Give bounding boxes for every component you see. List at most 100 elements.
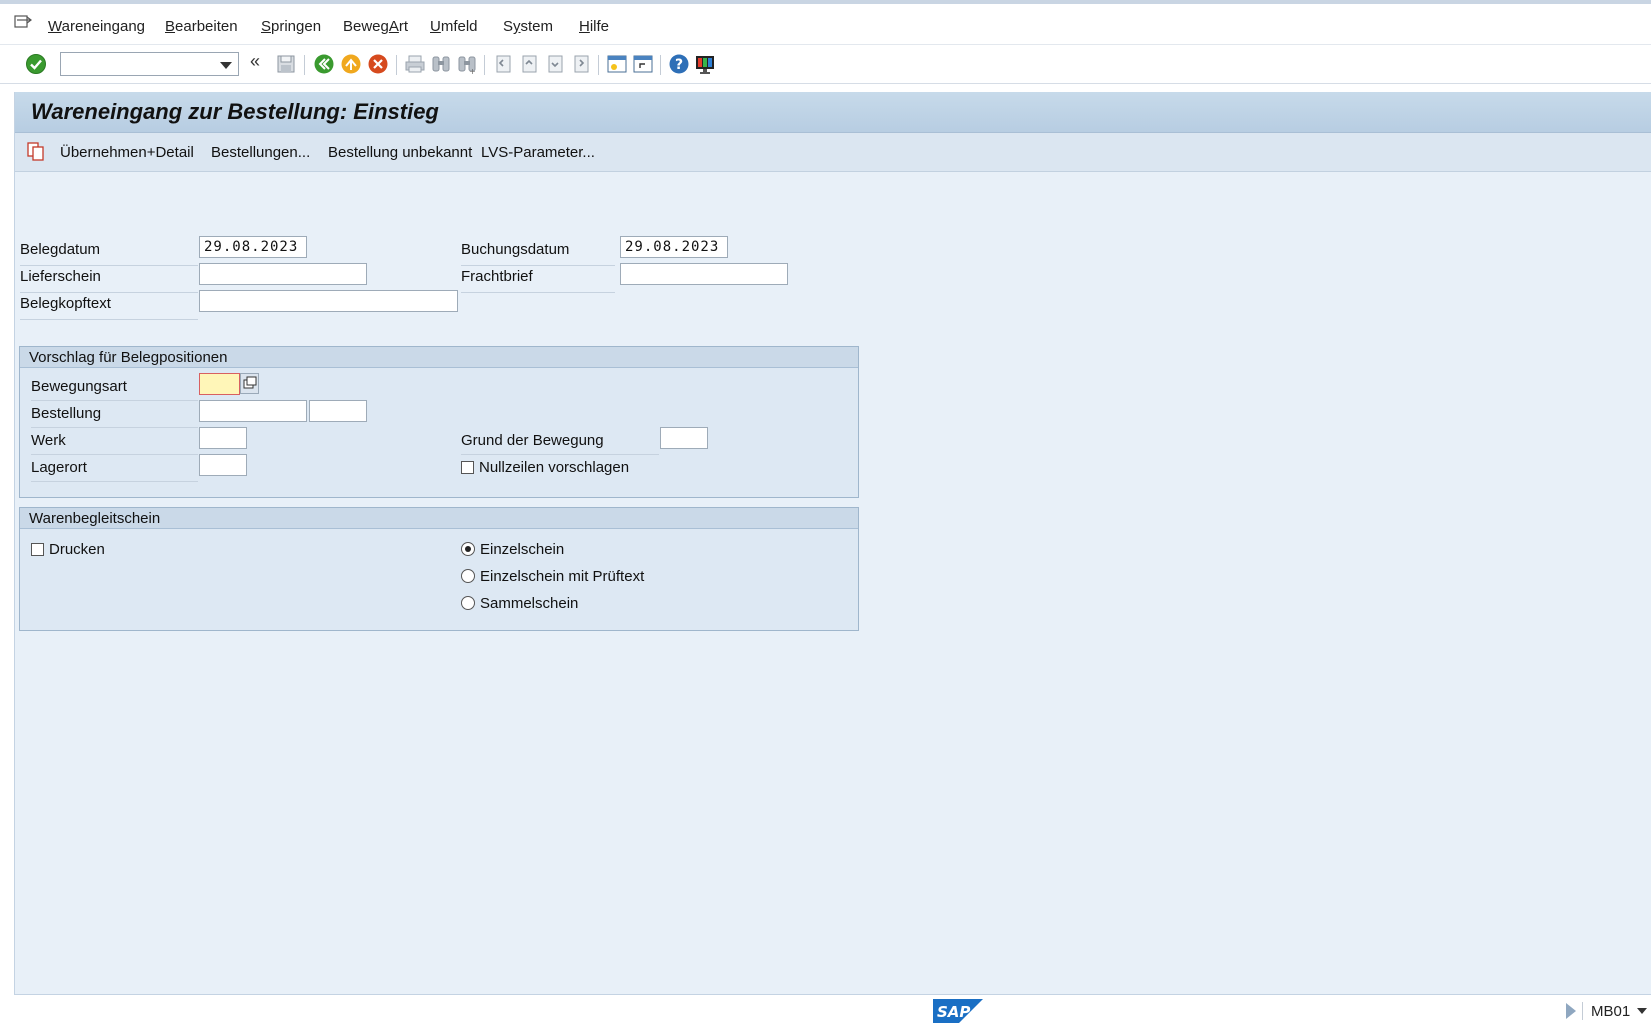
- svg-text:SAP: SAP: [937, 1003, 970, 1021]
- back-icon[interactable]: [313, 53, 335, 75]
- next-page-icon[interactable]: [544, 53, 566, 75]
- last-page-icon[interactable]: [570, 53, 592, 75]
- find-next-icon[interactable]: +: [456, 53, 478, 75]
- cancel-icon[interactable]: [367, 53, 389, 75]
- menu-bearbeiten[interactable]: Bearbeiten: [165, 18, 238, 35]
- application-toolbar: Übernehmen+Detail Bestellungen... Bestel…: [15, 133, 1651, 172]
- command-dropdown-icon[interactable]: [220, 62, 232, 69]
- shortcut-icon[interactable]: [632, 53, 654, 75]
- sammelschein-label: Sammelschein: [480, 595, 579, 612]
- toolbar-separator: [598, 55, 599, 75]
- lagerort-label: Lagerort: [31, 459, 87, 476]
- command-field[interactable]: [60, 52, 239, 76]
- order-unknown-button[interactable]: Bestellung unbekannt: [328, 144, 472, 161]
- belegkopftext-field[interactable]: [199, 290, 458, 312]
- werk-field[interactable]: [199, 427, 247, 449]
- row-underline: [20, 292, 198, 293]
- vorschlag-group-title: Vorschlag für Belegpositionen: [29, 349, 228, 366]
- bewegungsart-label: Bewegungsart: [31, 378, 127, 395]
- vorschlag-group-header: Vorschlag für Belegpositionen: [20, 347, 858, 368]
- status-bar: SAP MB01: [0, 996, 1651, 1029]
- save-icon[interactable]: [275, 53, 297, 75]
- einzelschein-prueftext-label: Einzelschein mit Prüftext: [480, 568, 645, 585]
- title-bar: Wareneingang zur Bestellung: Einstieg: [15, 92, 1651, 133]
- first-page-icon[interactable]: [492, 53, 514, 75]
- bestellung-label: Bestellung: [31, 405, 102, 422]
- toolbar-separator: [304, 55, 305, 75]
- bestellung-field[interactable]: [199, 400, 307, 422]
- buchungsdatum-label: Buchungsdatum: [461, 241, 570, 258]
- system-info-dropdown-icon[interactable]: [1637, 1008, 1647, 1014]
- lvs-parameters-button[interactable]: LVS-Parameter...: [481, 144, 595, 161]
- row-underline: [20, 265, 198, 266]
- svg-text:?: ?: [675, 57, 683, 73]
- bestellung-position-field[interactable]: [309, 400, 367, 422]
- bewegungsart-field[interactable]: [199, 373, 240, 395]
- take-over-detail-button[interactable]: Übernehmen+Detail: [60, 144, 194, 161]
- copy-details-icon[interactable]: [27, 142, 45, 162]
- sap-logo: SAP: [933, 999, 983, 1023]
- lieferschein-label: Lieferschein: [20, 268, 101, 285]
- lieferschein-field[interactable]: [199, 263, 367, 285]
- menu-bewegart[interactable]: BewegArt: [343, 18, 408, 35]
- orders-button[interactable]: Bestellungen...: [211, 144, 310, 161]
- frachtbrief-label: Frachtbrief: [461, 268, 533, 285]
- vorschlag-group: Vorschlag für Belegpositionen Bewegungsa…: [19, 346, 859, 498]
- standard-toolbar: « + ?: [0, 45, 1651, 84]
- buchungsdatum-field[interactable]: 29.08.2023: [620, 236, 728, 258]
- toolbar-separator: [484, 55, 485, 75]
- nullzeilen-checkbox[interactable]: [461, 461, 474, 474]
- werk-label: Werk: [31, 432, 66, 449]
- row-underline: [31, 427, 198, 428]
- frachtbrief-field[interactable]: [620, 263, 788, 285]
- einzelschein-label: Einzelschein: [480, 541, 565, 558]
- drucken-label: Drucken: [49, 541, 105, 558]
- print-icon[interactable]: [404, 53, 426, 75]
- page-title: Wareneingang zur Bestellung: Einstieg: [31, 99, 439, 124]
- nullzeilen-label: Nullzeilen vorschlagen: [479, 459, 630, 476]
- toolbar-separator: [396, 55, 397, 75]
- lagerort-field[interactable]: [199, 454, 247, 476]
- status-separator: [1582, 1002, 1583, 1020]
- toolbar-separator: [660, 55, 661, 75]
- belegkopftext-label: Belegkopftext: [20, 295, 111, 312]
- help-icon[interactable]: ?: [668, 53, 690, 75]
- menu-hilfe[interactable]: Hilfe: [579, 18, 609, 35]
- value-help-button[interactable]: [240, 373, 259, 394]
- svg-text:+: +: [469, 67, 476, 75]
- previous-page-icon[interactable]: [518, 53, 540, 75]
- row-underline: [20, 319, 198, 320]
- row-underline: [31, 400, 198, 401]
- menu-springen[interactable]: Springen: [261, 18, 321, 35]
- main-screen-area: Wareneingang zur Bestellung: Einstieg Üb…: [14, 92, 1651, 995]
- find-icon[interactable]: [430, 53, 452, 75]
- menu-system[interactable]: System: [503, 18, 553, 35]
- menu-umfeld[interactable]: Umfeld: [430, 18, 478, 35]
- value-help-icon: [243, 376, 257, 389]
- menu-wareneingang[interactable]: Wareneingang: [48, 18, 145, 35]
- status-expand-icon[interactable]: [1566, 1003, 1576, 1019]
- collapse-command-icon[interactable]: «: [250, 51, 260, 72]
- row-underline: [461, 292, 615, 293]
- radio-einzelschein[interactable]: [461, 542, 475, 556]
- belegdatum-label: Belegdatum: [20, 241, 101, 258]
- radio-einzelschein-prueftext[interactable]: [461, 569, 475, 583]
- menu-toggle-icon[interactable]: [14, 14, 32, 30]
- transaction-code: MB01: [1591, 1003, 1631, 1020]
- warenbegleitschein-group: Warenbegleitschein Drucken Einzelschein …: [19, 507, 859, 631]
- radio-sammelschein[interactable]: [461, 596, 475, 610]
- exit-icon[interactable]: [340, 53, 362, 75]
- customize-layout-icon[interactable]: [694, 53, 716, 75]
- grund-field[interactable]: [660, 427, 708, 449]
- belegdatum-field[interactable]: 29.08.2023: [199, 236, 307, 258]
- drucken-checkbox[interactable]: [31, 543, 44, 556]
- enter-check-icon[interactable]: [25, 53, 47, 75]
- warenbegleitschein-group-title: Warenbegleitschein: [29, 510, 161, 527]
- row-underline: [461, 265, 615, 266]
- new-session-icon[interactable]: [606, 53, 628, 75]
- warenbegleitschein-group-header: Warenbegleitschein: [20, 508, 858, 529]
- row-underline: [31, 454, 198, 455]
- grund-label: Grund der Bewegung: [461, 432, 604, 449]
- row-underline: [461, 454, 659, 455]
- row-underline: [31, 481, 198, 482]
